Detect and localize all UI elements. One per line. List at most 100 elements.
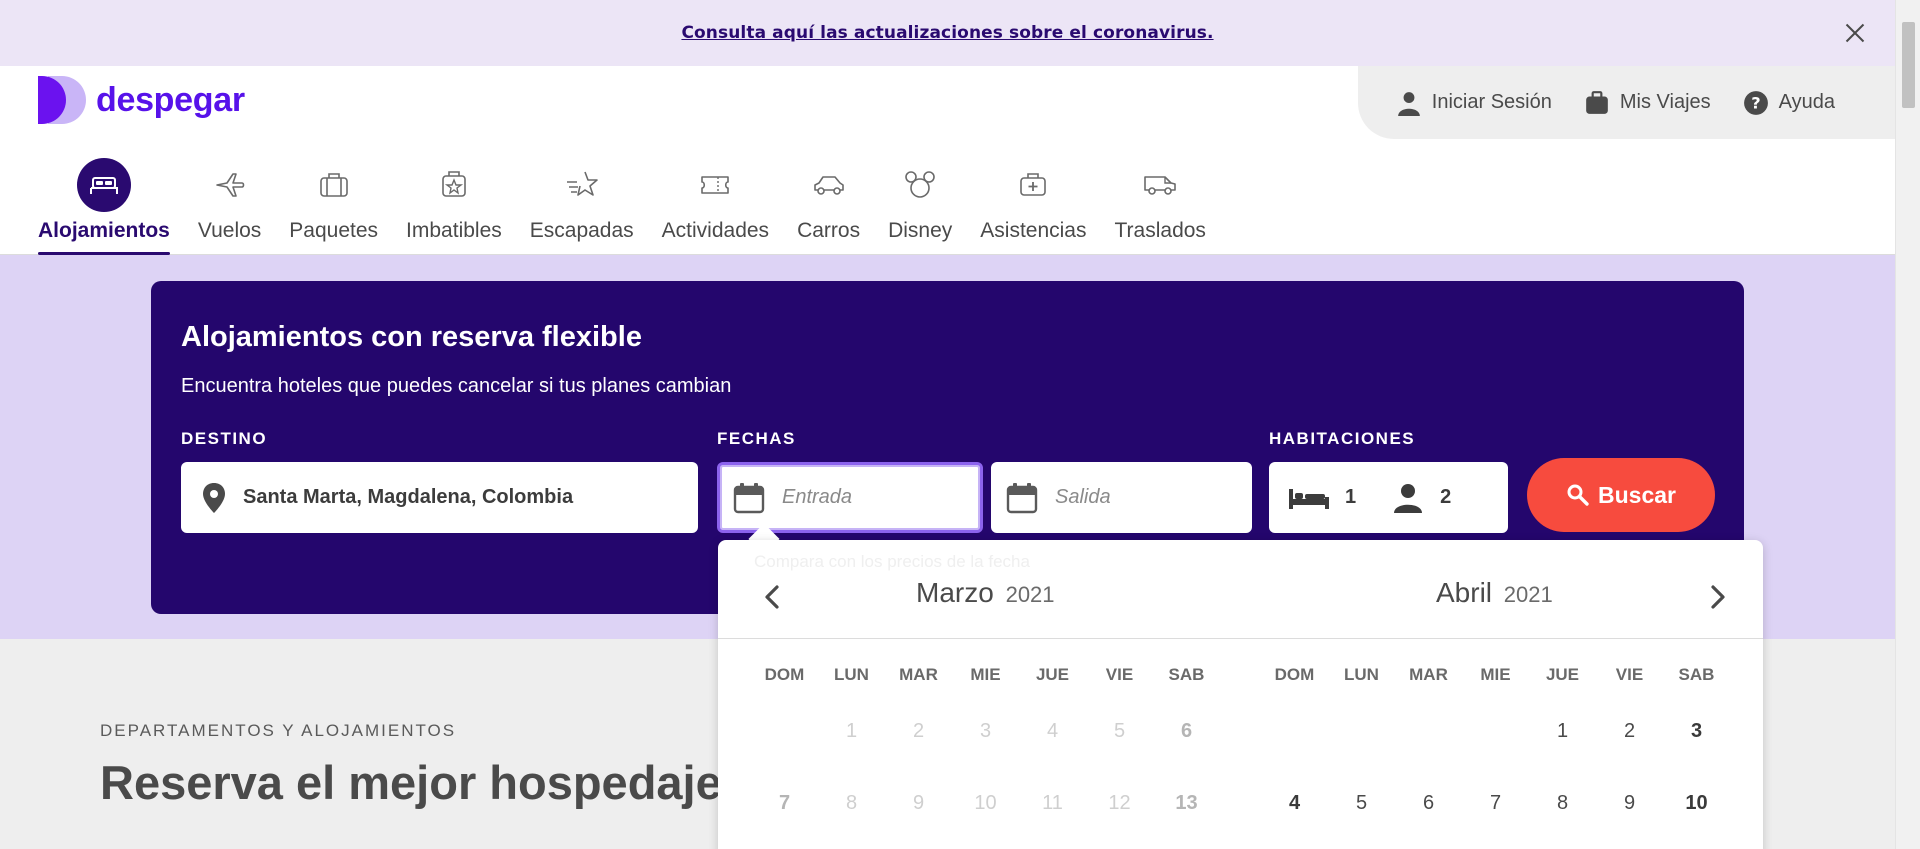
calendar-day[interactable]: 4	[1261, 767, 1328, 839]
despegar-logo[interactable]: despegar	[38, 76, 245, 124]
chevron-left-icon	[765, 585, 779, 609]
destination-field[interactable]: Santa Marta, Magdalena, Colombia	[181, 462, 698, 533]
nav-item-vuelos[interactable]: Vuelos	[184, 158, 275, 255]
bed-icon	[89, 177, 118, 194]
plane-icon	[215, 173, 244, 197]
calendar-day: 9	[912, 792, 925, 814]
checkin-field[interactable]: Entrada	[717, 462, 983, 533]
scrollbar[interactable]	[1895, 0, 1920, 849]
calendar-icon	[733, 482, 765, 513]
package-icon	[319, 173, 348, 197]
search-icon	[1567, 484, 1589, 506]
calendar-day[interactable]: 3	[1663, 695, 1730, 767]
nav-item-alojamientos[interactable]: Alojamientos	[24, 158, 184, 255]
section-kicker: DEPARTAMENTOS Y ALOJAMIENTOS	[100, 721, 457, 740]
logo-mark-icon	[38, 76, 86, 124]
nav-label: Vuelos	[197, 219, 262, 242]
rooms-count: 1	[1345, 486, 1357, 508]
close-icon[interactable]	[1843, 21, 1867, 45]
nav-label: Asistencias	[980, 219, 1087, 242]
weekday-header: SAB	[1678, 665, 1715, 684]
logo-text: despegar	[96, 80, 245, 119]
calendar-day[interactable]: 1	[1529, 695, 1596, 767]
nav-item-imbatibles[interactable]: Imbatibles	[392, 158, 516, 255]
calendar-day[interactable]: 6	[1395, 767, 1462, 839]
weekday-header: VIE	[1615, 665, 1644, 684]
chevron-right-icon	[1711, 585, 1725, 609]
weekday-header: JUE	[1545, 665, 1580, 684]
login-button[interactable]: Iniciar Sesión	[1396, 90, 1552, 116]
nav-item-disney[interactable]: Disney	[874, 158, 966, 255]
calendar-day[interactable]: 9	[1596, 767, 1663, 839]
weekday-header: VIE	[1105, 665, 1134, 684]
calendar-day[interactable]: 2	[1596, 695, 1663, 767]
calendar-day: 13	[1175, 792, 1198, 814]
user-icon	[1397, 91, 1420, 116]
next-month-button[interactable]	[1704, 583, 1732, 611]
calendar-day: 5	[1113, 720, 1126, 742]
weekday-header: DOM	[764, 665, 805, 684]
calendar-day: 10	[974, 792, 997, 814]
svg-text:?: ?	[1751, 93, 1760, 112]
weekday-header: DOM	[1274, 665, 1315, 684]
scrollbar-thumb[interactable]	[1902, 22, 1915, 108]
checkout-placeholder: Salida	[1055, 486, 1111, 508]
covid-update-link[interactable]: Consulta aquí las actualizaciones sobre …	[681, 23, 1213, 43]
destination-value: Santa Marta, Magdalena, Colombia	[243, 486, 574, 508]
user-menu: Iniciar Sesión Mis Viajes ? Ayuda	[1357, 66, 1895, 139]
weekday-header: MIE	[1480, 665, 1511, 684]
star-icon	[566, 171, 598, 196]
nav-item-escapadas[interactable]: Escapadas	[516, 158, 648, 255]
calendar-day[interactable]: 7	[1462, 767, 1529, 839]
month-year: 2021	[1005, 582, 1055, 607]
my-trips-label: Mis Viajes	[1619, 91, 1711, 113]
covid-banner: Consulta aquí las actualizaciones sobre …	[0, 0, 1895, 66]
rooms-guests-field[interactable]: 1 2	[1269, 462, 1508, 533]
help-icon: ?	[1743, 90, 1768, 115]
header: despegar Iniciar Sesión Mis Viajes ? Ayu…	[0, 66, 1895, 255]
calendar-divider	[718, 638, 1763, 639]
calendar-day: 8	[845, 792, 858, 814]
rooms-label: HABITACIONES	[1269, 429, 1416, 448]
nav-label: Carros	[797, 219, 861, 242]
month-grid-abril: DOM LUN MAR MIE JUE VIE SAB 1 2 3 4 5 6 7 8 9 10	[1261, 665, 1730, 839]
month-title-right: Abril 2021	[1436, 577, 1553, 617]
calendar-day[interactable]: 5	[1328, 767, 1395, 839]
calendar-day[interactable]: 10	[1663, 767, 1730, 839]
nav-item-asistencias[interactable]: Asistencias	[966, 158, 1100, 255]
calendar-day: 11	[1042, 792, 1063, 814]
checkout-field[interactable]: Salida	[991, 462, 1252, 533]
calendar-day: 4	[1046, 720, 1059, 742]
search-subtitle: Encuentra hoteles que puedes cancelar si…	[181, 375, 732, 397]
search-title: Alojamientos con reserva flexible	[181, 321, 642, 353]
nav-label: Alojamientos	[38, 219, 170, 242]
nav-item-paquetes[interactable]: Paquetes	[275, 158, 392, 255]
weekday-header: LUN	[1344, 665, 1379, 684]
calendar-day: 1	[845, 720, 858, 742]
help-button[interactable]: ? Ayuda	[1743, 90, 1835, 116]
nav-item-actividades[interactable]: Actividades	[648, 158, 783, 255]
nav-item-carros[interactable]: Carros	[783, 158, 874, 255]
my-trips-button[interactable]: Mis Viajes	[1584, 90, 1711, 116]
person-icon	[1394, 483, 1423, 513]
nav-label: Imbatibles	[406, 219, 502, 242]
prev-month-button[interactable]	[758, 583, 786, 611]
guests-count: 2	[1440, 486, 1452, 508]
suitcase-icon	[1586, 90, 1608, 114]
nav-label: Disney	[888, 219, 953, 242]
nav-item-traslados[interactable]: Traslados	[1101, 158, 1220, 255]
month-name: Abril	[1436, 577, 1493, 608]
month-grid-marzo: DOM LUN MAR MIE JUE VIE SAB 1 2 3 4 5 6 7 8 9 10 11 12 13	[751, 665, 1220, 839]
search-button[interactable]: Buscar	[1527, 458, 1715, 532]
calendar-day[interactable]: 8	[1529, 767, 1596, 839]
month-year: 2021	[1503, 582, 1553, 607]
dates-label: FECHAS	[717, 429, 796, 448]
deal-icon	[442, 171, 466, 197]
calendar-day: 12	[1108, 792, 1131, 814]
calendar-day: 7	[778, 792, 791, 814]
checkin-placeholder: Entrada	[782, 486, 853, 508]
login-label: Iniciar Sesión	[1431, 91, 1552, 113]
car-icon	[813, 176, 844, 195]
calendar-day: 3	[979, 720, 992, 742]
mickey-icon	[905, 171, 935, 198]
